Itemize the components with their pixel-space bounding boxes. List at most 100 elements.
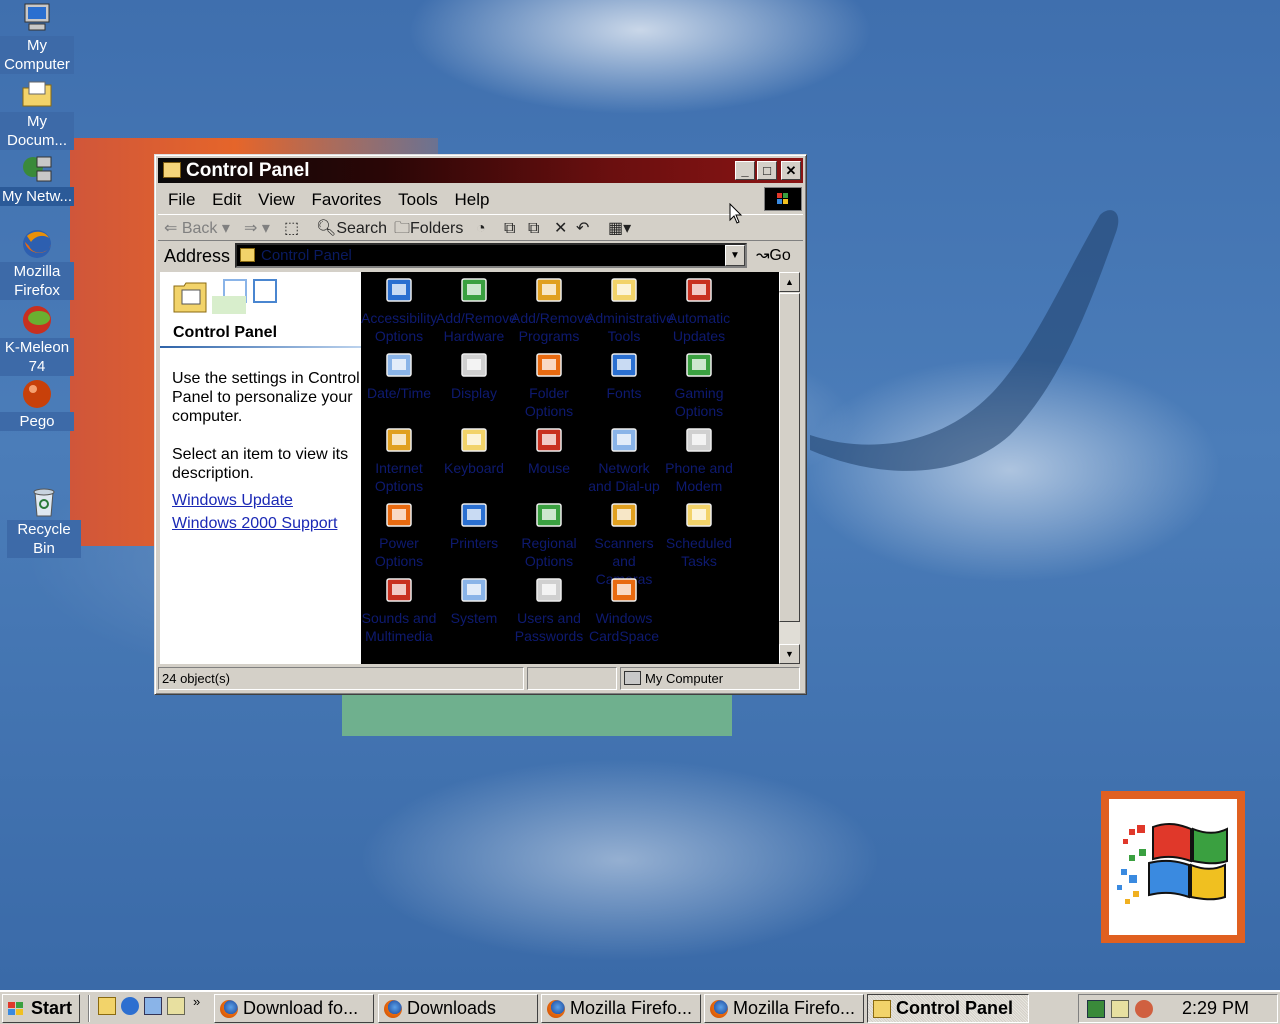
cp-item-sounds[interactable]: Sounds and Multimedia: [361, 574, 437, 645]
cp-item-regional-options[interactable]: Regional Options: [511, 499, 587, 570]
cp-item-power-options[interactable]: Power Options: [361, 499, 437, 570]
regional-options-icon: [533, 499, 565, 531]
firefox-icon: [547, 1000, 565, 1018]
go-button[interactable]: ↝Go: [756, 241, 791, 271]
menu-help[interactable]: Help: [455, 190, 490, 209]
users-tray-icon[interactable]: [1135, 1000, 1153, 1018]
internet-options-icon: [383, 424, 415, 456]
vertical-scrollbar[interactable]: ▲ ▼: [779, 272, 800, 664]
control-panel-window: Control Panel _ □ ✕ File Edit View Favor…: [154, 154, 807, 695]
cp-item-folder-options[interactable]: Folder Options: [511, 349, 587, 420]
pane-select-hint: Select an item to view its description.: [172, 446, 349, 482]
move-to-icon[interactable]: ⧉: [504, 215, 515, 242]
show-desktop-icon[interactable]: [98, 997, 116, 1015]
menu-edit[interactable]: Edit: [212, 190, 241, 209]
network-tray-icon[interactable]: [1087, 1000, 1105, 1018]
desktop-icon-firefox[interactable]: Mozilla Firefox: [0, 228, 74, 300]
address-dropdown-button[interactable]: ▼: [725, 245, 745, 266]
menu-view[interactable]: View: [258, 190, 295, 209]
menu-tools[interactable]: Tools: [398, 190, 438, 209]
scroll-thumb[interactable]: [779, 293, 800, 622]
scroll-up-button[interactable]: ▲: [779, 272, 800, 292]
address-label: Address: [164, 246, 231, 266]
cp-item-keyboard[interactable]: Keyboard: [436, 424, 512, 477]
cp-item-network[interactable]: Network and Dial-up: [586, 424, 662, 495]
cp-item-add-hardware[interactable]: Add/Remove Hardware: [436, 274, 517, 345]
my-documents-icon: [21, 78, 53, 110]
cp-item-add-programs[interactable]: Add/Remove Programs: [511, 274, 592, 345]
quicklaunch-more-icon[interactable]: »: [193, 994, 200, 1009]
cp-item-internet-options[interactable]: Internet Options: [361, 424, 437, 495]
k-meleon-icon: [21, 304, 53, 336]
address-field[interactable]: Control Panel ▼: [235, 243, 747, 268]
clock[interactable]: 2:29 PM: [1182, 995, 1249, 1022]
outlook-express-icon[interactable]: [144, 997, 162, 1015]
internet-explorer-icon[interactable]: [121, 997, 139, 1015]
menu-file[interactable]: File: [168, 190, 195, 209]
task-download-firefox[interactable]: Download fo...: [214, 994, 374, 1023]
cp-item-printers[interactable]: Printers: [436, 499, 512, 552]
desktop-icon-k-meleon[interactable]: K-Meleon 74: [0, 304, 74, 376]
window-titlebar[interactable]: Control Panel _ □ ✕: [158, 158, 803, 183]
address-folder-icon: [240, 248, 255, 262]
search-quicklaunch-icon[interactable]: [167, 997, 185, 1015]
folders-button[interactable]: 🗀Folders: [394, 215, 463, 242]
undo-icon[interactable]: ↶: [576, 215, 589, 242]
up-folder-icon[interactable]: ⬚: [284, 215, 299, 242]
back-button[interactable]: ⇐ Back ▾: [164, 215, 230, 242]
cp-item-fonts[interactable]: Fonts: [586, 349, 662, 402]
cp-item-label: Administrative Tools: [586, 310, 674, 344]
close-button[interactable]: ✕: [781, 161, 801, 180]
cp-item-label: Users and Passwords: [514, 610, 584, 644]
minimize-button[interactable]: _: [735, 161, 755, 180]
cp-item-date-time[interactable]: Date/Time: [361, 349, 437, 402]
cp-item-label: Accessibility Options: [361, 310, 438, 344]
cp-item-automatic-updates[interactable]: Automatic Updates: [661, 274, 737, 345]
desktop-icon-network[interactable]: My Netw...: [0, 153, 74, 206]
delete-icon[interactable]: ✕: [554, 215, 567, 242]
cp-item-mouse[interactable]: Mouse: [511, 424, 587, 477]
views-icon[interactable]: ▦▾: [608, 215, 631, 242]
cp-item-accessibility[interactable]: Accessibility Options: [361, 274, 437, 345]
windows-update-link[interactable]: Windows Update: [172, 491, 293, 510]
task-mozilla-firefox-1[interactable]: Mozilla Firefo...: [541, 994, 701, 1023]
start-button[interactable]: Start: [2, 994, 80, 1023]
task-control-panel[interactable]: Control Panel: [867, 994, 1029, 1023]
mouse-cursor-icon: [729, 203, 743, 224]
cp-item-admin-tools[interactable]: Administrative Tools: [586, 274, 674, 345]
cp-item-label: Folder Options: [524, 385, 574, 419]
address-value: Control Panel: [261, 247, 352, 264]
cp-item-label: Scheduled Tasks: [665, 535, 733, 569]
scheduler-tray-icon[interactable]: [1111, 1000, 1129, 1018]
cp-item-gaming-options[interactable]: Gaming Options: [661, 349, 737, 420]
cardspace-icon: [608, 574, 640, 606]
scroll-down-button[interactable]: ▼: [779, 644, 800, 664]
desktop-icon-my-computer[interactable]: My Computer: [0, 2, 74, 74]
history-icon[interactable]: ◔: [476, 215, 486, 242]
windows-2000-support-link[interactable]: Windows 2000 Support: [172, 514, 337, 533]
maximize-button[interactable]: □: [757, 161, 777, 180]
desktop-icon-recycle-bin[interactable]: Recycle Bin: [7, 486, 81, 558]
task-downloads[interactable]: Downloads: [378, 994, 538, 1023]
copy-to-icon[interactable]: ⧉: [528, 215, 539, 242]
cp-item-label: Automatic Updates: [667, 310, 731, 344]
scheduled-tasks-icon: [683, 499, 715, 531]
admin-tools-icon: [608, 274, 640, 306]
cp-item-phone-modem[interactable]: Phone and Modem: [661, 424, 737, 495]
cp-item-users[interactable]: Users and Passwords: [511, 574, 587, 645]
cp-item-display[interactable]: Display: [436, 349, 512, 402]
cp-item-label: Add/Remove Programs: [511, 310, 592, 344]
forward-button[interactable]: ⇒ ▾: [244, 215, 270, 242]
search-button[interactable]: 🔍︎Search: [316, 215, 387, 242]
add-programs-icon: [533, 274, 565, 306]
cp-item-label: Add/Remove Hardware: [436, 310, 517, 344]
menu-favorites[interactable]: Favorites: [311, 190, 381, 209]
desktop-icon-pego[interactable]: Pego: [0, 378, 74, 431]
cp-item-system[interactable]: System: [436, 574, 512, 627]
cp-item-label: Sounds and Multimedia: [361, 610, 437, 644]
cp-item-cardspace[interactable]: Windows CardSpace: [586, 574, 662, 645]
desktop-icon-my-documents[interactable]: My Docum...: [0, 78, 74, 150]
task-mozilla-firefox-2[interactable]: Mozilla Firefo...: [704, 994, 864, 1023]
cp-item-label: Keyboard: [444, 460, 504, 476]
cp-item-scheduled-tasks[interactable]: Scheduled Tasks: [661, 499, 737, 570]
